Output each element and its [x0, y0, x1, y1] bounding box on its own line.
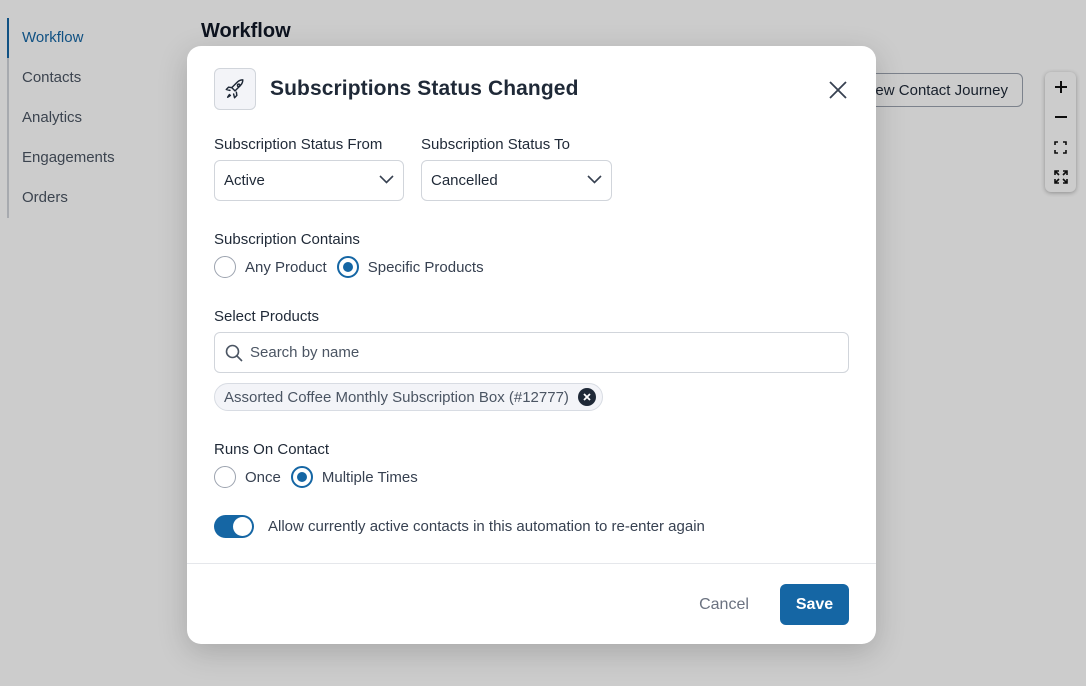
status-from-value: Active	[224, 172, 265, 189]
status-to-select[interactable]: Cancelled	[421, 160, 612, 201]
runs-on-contact-label: Runs On Contact	[214, 441, 330, 458]
remove-product-button[interactable]	[577, 388, 596, 406]
modal-icon-box	[214, 68, 256, 110]
select-products-label: Select Products	[214, 308, 320, 325]
status-from-select[interactable]: Active	[214, 160, 404, 201]
status-to-value: Cancelled	[431, 172, 498, 189]
status-from-label: Subscription Status From	[214, 136, 383, 153]
specific-products-radio[interactable]	[336, 256, 359, 278]
chevron-down-icon	[587, 175, 602, 184]
any-product-radio[interactable]	[214, 256, 236, 278]
cancel-button[interactable]: Cancel	[684, 585, 764, 625]
reenter-toggle[interactable]	[214, 515, 254, 538]
product-search-input[interactable]	[250, 333, 830, 372]
reenter-setting: Allow currently active contacts in this …	[214, 515, 705, 538]
product-search	[214, 332, 849, 373]
trigger-settings-modal: Subscriptions Status Changed Subscriptio…	[187, 46, 876, 644]
once-radio[interactable]	[214, 466, 236, 488]
close-button[interactable]	[826, 78, 850, 102]
runs-on-contact-options: Once Multiple Times	[214, 466, 428, 488]
multiple-times-label[interactable]: Multiple Times	[322, 469, 418, 486]
rocket-icon	[225, 79, 244, 99]
multiple-times-radio[interactable]	[290, 466, 313, 488]
modal-title: Subscriptions Status Changed	[270, 77, 579, 100]
close-icon	[829, 81, 847, 99]
subscription-contains-label: Subscription Contains	[214, 231, 360, 248]
save-button[interactable]: Save	[780, 584, 849, 625]
selected-product-label: Assorted Coffee Monthly Subscription Box…	[224, 388, 569, 406]
search-icon	[225, 344, 243, 362]
chevron-down-icon	[379, 175, 394, 184]
selected-product-chip: Assorted Coffee Monthly Subscription Box…	[214, 383, 603, 411]
specific-products-label[interactable]: Specific Products	[368, 259, 484, 276]
close-icon	[583, 393, 591, 401]
once-label[interactable]: Once	[245, 469, 281, 486]
status-to-label: Subscription Status To	[421, 136, 570, 153]
reenter-label: Allow currently active contacts in this …	[268, 518, 705, 535]
footer-divider	[187, 563, 876, 564]
subscription-contains-options: Any Product Specific Products	[214, 256, 494, 278]
any-product-label[interactable]: Any Product	[245, 259, 327, 276]
